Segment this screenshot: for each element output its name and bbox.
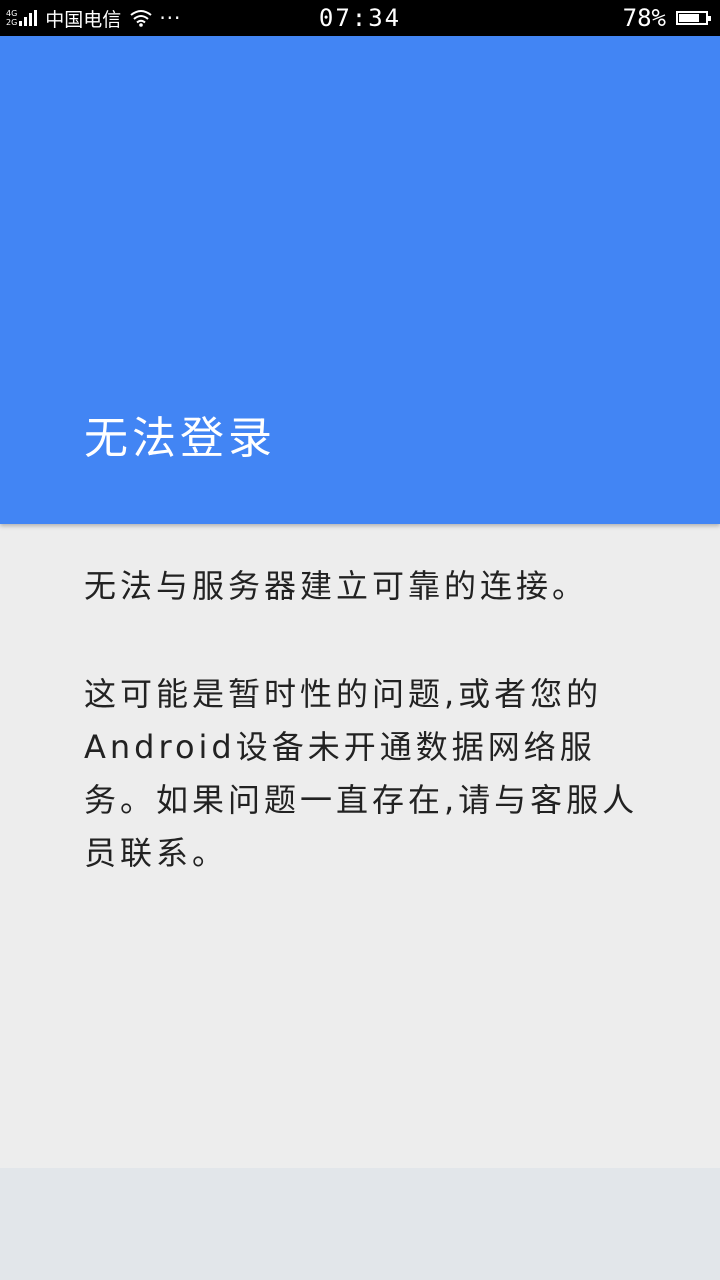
dialog-content: 无法与服务器建立可靠的连接。 这可能是暂时性的问题,或者您的Android设备未… — [84, 560, 644, 935]
status-right: 78% — [622, 0, 711, 36]
error-message: 无法与服务器建立可靠的连接。 — [84, 567, 589, 605]
battery-percentage: 78% — [622, 4, 666, 32]
status-bar: 4G 2G 中国电信 ··· 07:34 78% — [0, 0, 720, 36]
battery-icon — [676, 11, 711, 25]
dialog-header: 无法登录 — [0, 36, 720, 524]
battery-fill — [679, 14, 700, 22]
dialog-title: 无法登录 — [84, 413, 276, 464]
bottom-bar — [0, 1168, 720, 1280]
error-detail: 这可能是暂时性的问题,或者您的Android设备未开通数据网络服务。如果问题一直… — [84, 675, 639, 872]
clock: 07:34 — [318, 4, 402, 32]
